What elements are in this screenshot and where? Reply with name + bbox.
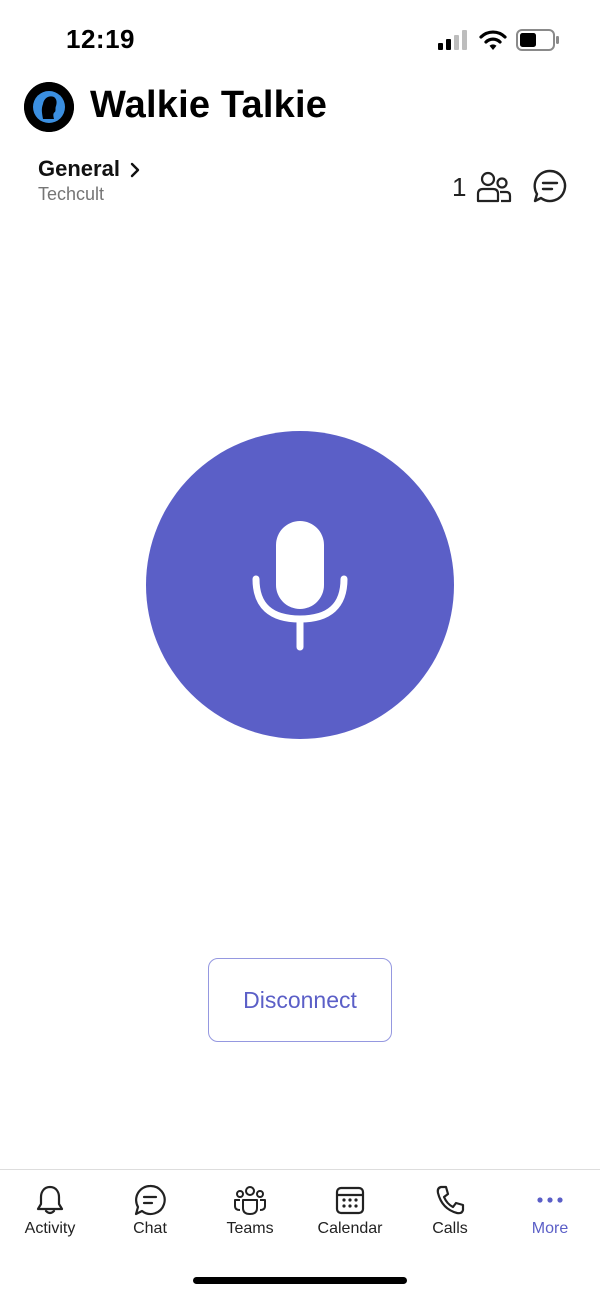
- tab-chat[interactable]: Chat: [100, 1170, 200, 1250]
- tab-teams[interactable]: Teams: [200, 1170, 300, 1250]
- cellular-signal-icon: [438, 30, 467, 50]
- tab-label: Teams: [226, 1220, 274, 1237]
- channel-name[interactable]: General: [38, 156, 120, 182]
- people-icon[interactable]: [474, 170, 512, 204]
- status-time: 12:19: [66, 24, 135, 54]
- app-avatar: [24, 82, 74, 132]
- tab-label: Activity: [24, 1220, 76, 1237]
- tab-calls[interactable]: Calls: [400, 1170, 500, 1250]
- tab-label: Calls: [432, 1220, 468, 1237]
- tab-more[interactable]: More: [500, 1170, 600, 1250]
- walkie-talkie-screen: 12:19 Walkie Talkie General Techcult 1 D…: [0, 0, 600, 1298]
- bell-icon: [36, 1185, 64, 1215]
- chat-bubble-icon[interactable]: [532, 168, 568, 204]
- home-indicator[interactable]: [193, 1277, 407, 1284]
- more-dots-icon: [537, 1197, 563, 1203]
- push-to-talk-button[interactable]: [146, 431, 454, 739]
- tab-activity[interactable]: Activity: [0, 1170, 100, 1250]
- tab-label: Calendar: [317, 1220, 383, 1237]
- microphone-icon: [252, 521, 348, 651]
- calendar-icon: [335, 1186, 365, 1215]
- wifi-icon: [479, 30, 507, 50]
- chat-icon: [134, 1184, 166, 1216]
- person-silhouette-icon: [24, 82, 74, 132]
- disconnect-button[interactable]: Disconnect: [208, 958, 392, 1042]
- page-title: Walkie Talkie: [90, 84, 328, 126]
- tab-calendar[interactable]: Calendar: [300, 1170, 400, 1250]
- teams-icon: [234, 1186, 266, 1215]
- phone-icon: [436, 1185, 465, 1215]
- tab-label: More: [531, 1220, 569, 1237]
- participant-count[interactable]: 1: [452, 172, 466, 203]
- tab-label: Chat: [133, 1220, 167, 1237]
- team-name: Techcult: [38, 184, 105, 204]
- battery-icon: [516, 29, 559, 51]
- chevron-right-icon[interactable]: [128, 162, 142, 178]
